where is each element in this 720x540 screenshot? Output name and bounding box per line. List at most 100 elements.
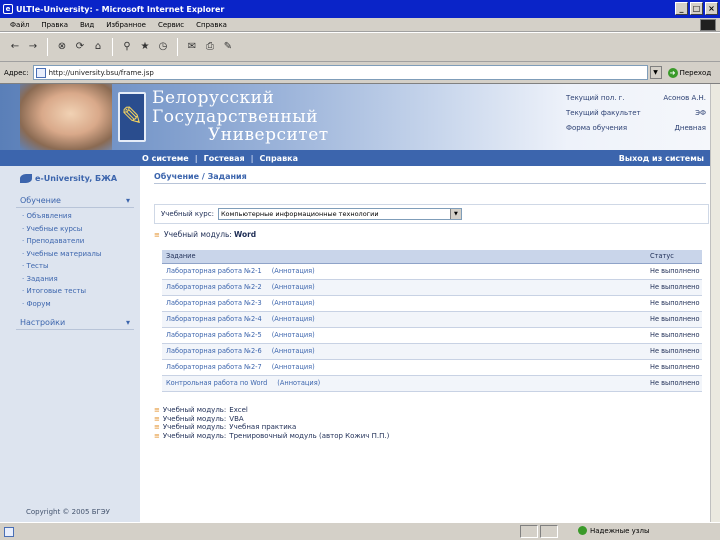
windows-logo-icon: [700, 19, 716, 31]
task-status: Не выполнено: [646, 295, 702, 312]
task-cell: Лабораторная работа №2-4 (Аннотация): [162, 311, 646, 328]
annotation-link[interactable]: (Аннотация): [272, 283, 315, 291]
user-info: Текущий пол. г. Асонов А.Н. Текущий факу…: [566, 94, 706, 139]
address-input[interactable]: http://university.bsu/frame.jsp: [32, 65, 648, 80]
task-status: Не выполнено: [646, 359, 702, 376]
menu-tools[interactable]: Сервис: [158, 21, 184, 29]
maximize-button[interactable]: □: [690, 2, 703, 15]
study-form-value: Дневная: [674, 124, 706, 132]
sidebar-item-tests[interactable]: Тесты: [22, 260, 101, 273]
annotation-link[interactable]: (Аннотация): [272, 315, 315, 323]
zone-label: Надежные узлы: [590, 526, 650, 535]
table-row: Лабораторная работа №2-3 (Аннотация) Не в…: [162, 295, 702, 312]
close-button[interactable]: ×: [705, 2, 718, 15]
task-link[interactable]: Лабораторная работа №2-7: [166, 363, 262, 371]
favorites-icon[interactable]: ★: [138, 40, 152, 54]
task-link[interactable]: Лабораторная работа №2-1: [166, 267, 262, 275]
sidebar-item-materials[interactable]: Учебные материалы: [22, 248, 101, 261]
module-label: Учебный модуль:: [162, 414, 227, 423]
task-link[interactable]: Лабораторная работа №2-3: [166, 299, 262, 307]
toolbar-separator: [112, 38, 113, 56]
address-url: http://university.bsu/frame.jsp: [48, 68, 154, 77]
history-icon[interactable]: ◷: [156, 40, 170, 54]
title-bar: e ULTIe-University: - Microsoft Internet…: [0, 0, 720, 18]
back-icon[interactable]: ←: [8, 40, 22, 54]
module-tree-icon: ≡: [154, 414, 160, 423]
module-item[interactable]: ≡ Учебный модуль: Excel: [154, 406, 389, 415]
nav-help[interactable]: Справка: [260, 154, 298, 163]
logout-link[interactable]: Выход из системы: [619, 154, 704, 163]
task-link[interactable]: Лабораторная работа №2-5: [166, 331, 262, 339]
task-cell: Лабораторная работа №2-6 (Аннотация): [162, 343, 646, 360]
module-item[interactable]: ≡ Учебный модуль: Тренировочный модуль (…: [154, 432, 389, 441]
print-icon[interactable]: ⎙: [203, 40, 217, 54]
module-item[interactable]: ≡ Учебный модуль: Учебная практика: [154, 423, 389, 432]
sidebar-item-announcements[interactable]: Объявления: [22, 210, 101, 223]
chevron-down-icon: ▾: [125, 318, 130, 327]
module-heading[interactable]: ≡ Учебный модуль: Word: [154, 230, 256, 239]
menu-help[interactable]: Справка: [196, 21, 227, 29]
refresh-icon[interactable]: ⟳: [73, 40, 87, 54]
address-dropdown-button[interactable]: ▼: [649, 66, 662, 79]
annotation-link[interactable]: (Аннотация): [272, 267, 315, 275]
edit-icon[interactable]: ✎: [221, 40, 235, 54]
annotation-link[interactable]: (Аннотация): [272, 331, 315, 339]
module-tree-icon: ≡: [154, 230, 160, 239]
sidebar-section-settings[interactable]: Настройки ▾: [16, 316, 134, 330]
study-form-label: Форма обучения: [566, 124, 628, 132]
nav-separator: |: [250, 153, 254, 163]
home-icon[interactable]: ⌂: [91, 40, 105, 54]
sidebar-item-forum[interactable]: Форум: [22, 298, 101, 311]
page-content: ✎ Белорусский Государственный Университе…: [0, 84, 710, 522]
go-arrow-icon: ➜: [667, 67, 678, 78]
sidebar-item-courses[interactable]: Учебные курсы: [22, 223, 101, 236]
task-link[interactable]: Лабораторная работа №2-2: [166, 283, 262, 291]
table-row: Лабораторная работа №2-7 (Аннотация) Не в…: [162, 359, 702, 376]
module-label: Учебный модуль:: [162, 423, 227, 431]
annotation-link[interactable]: (Аннотация): [272, 299, 315, 307]
module-name: Тренировочный модуль (автор Кожич П.П.): [229, 431, 390, 440]
toolbar-separator: [47, 38, 48, 56]
task-link[interactable]: Контрольная работа по Word: [166, 379, 267, 387]
go-button[interactable]: ➜ Переход: [667, 67, 711, 78]
copyright: Copyright © 2005 БГЭУ: [26, 508, 110, 516]
menu-file[interactable]: Файл: [10, 21, 29, 29]
course-select[interactable]: Компьютерные информационные технологии ▼: [217, 208, 462, 220]
minimize-button[interactable]: _: [675, 2, 688, 15]
header-banner: ✎ Белорусский Государственный Университе…: [0, 84, 710, 150]
mail-icon[interactable]: ✉: [185, 40, 199, 54]
annotation-link[interactable]: (Аннотация): [272, 363, 315, 371]
tasks-table: Задание Статус Лабораторная работа №2-1 (…: [162, 250, 702, 392]
module-name: Word: [233, 230, 257, 239]
sidebar-brand: e-University, БЖА: [20, 174, 117, 183]
user-label: Текущий пол. г.: [566, 94, 625, 102]
task-link[interactable]: Лабораторная работа №2-4: [166, 315, 262, 323]
main-panel: Обучение / Задания Учебный курс: Компьют…: [142, 166, 710, 522]
vertical-scrollbar[interactable]: [710, 84, 720, 522]
sidebar-item-tasks[interactable]: Задания: [22, 273, 101, 286]
annotation-link[interactable]: (Аннотация): [277, 379, 320, 387]
menu-favorites[interactable]: Избранное: [106, 21, 146, 29]
annotation-link[interactable]: (Аннотация): [272, 347, 315, 355]
chevron-down-icon: ▼: [449, 209, 461, 219]
module-name: Учебная практика: [229, 423, 297, 431]
menu-bar: Файл Правка Вид Избранное Сервис Справка: [0, 18, 720, 32]
task-cell: Лабораторная работа №2-3 (Аннотация): [162, 295, 646, 312]
search-icon[interactable]: ⚲: [120, 40, 134, 54]
task-cell: Контрольная работа по Word (Аннотация): [162, 375, 646, 392]
ie-logo-icon: e: [3, 4, 13, 14]
sidebar-item-final-tests[interactable]: Итоговые тесты: [22, 285, 101, 298]
nav-separator: |: [194, 153, 198, 163]
nav-guestbook[interactable]: Гостевая: [204, 154, 245, 163]
sidebar-section-learning[interactable]: Обучение ▾: [16, 194, 134, 208]
stop-icon[interactable]: ⊗: [55, 40, 69, 54]
nav-about[interactable]: О системе: [142, 154, 189, 163]
address-label: Адрес:: [4, 68, 29, 77]
task-link[interactable]: Лабораторная работа №2-6: [166, 347, 262, 355]
menu-view[interactable]: Вид: [80, 21, 94, 29]
sidebar-item-teachers[interactable]: Преподаватели: [22, 235, 101, 248]
module-item[interactable]: ≡ Учебный модуль: VBA: [154, 415, 389, 424]
forward-icon[interactable]: →: [26, 40, 40, 54]
menu-edit[interactable]: Правка: [41, 21, 68, 29]
breadcrumb-divider: [154, 183, 706, 184]
